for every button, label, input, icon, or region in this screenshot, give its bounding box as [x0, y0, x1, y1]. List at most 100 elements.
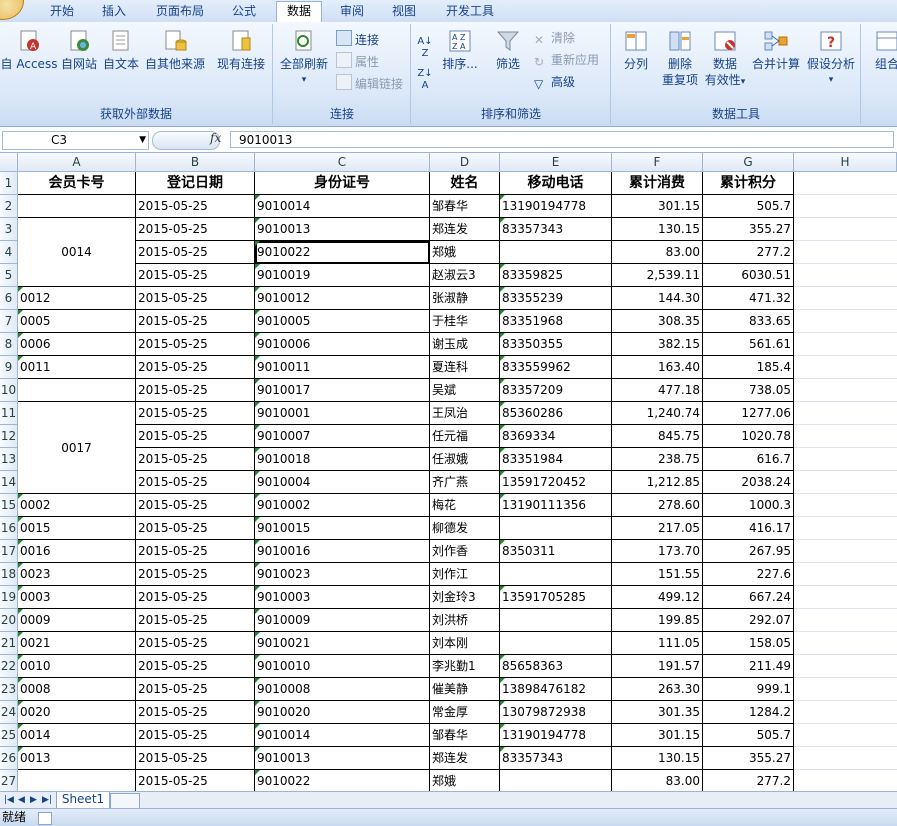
table-cell[interactable]: 2015-05-25 [136, 770, 255, 791]
table-cell[interactable]: 382.15 [612, 333, 703, 356]
table-cell[interactable]: 2015-05-25 [136, 379, 255, 402]
table-cell[interactable]: 238.75 [612, 448, 703, 471]
column-header-h[interactable]: H [794, 153, 897, 172]
merged-card-cell[interactable]: 0014 [18, 218, 136, 287]
table-cell[interactable]: 13079872938 [500, 701, 612, 724]
table-cell[interactable] [18, 770, 136, 791]
table-cell[interactable]: 刘作香 [430, 540, 500, 563]
table-cell[interactable]: 1284.2 [703, 701, 794, 724]
prev-sheet-icon[interactable]: ◀ [18, 795, 25, 805]
table-cell[interactable]: 2015-05-25 [136, 333, 255, 356]
table-cell[interactable]: 夏连科 [430, 356, 500, 379]
first-sheet-icon[interactable]: |◀ [4, 795, 14, 805]
table-cell[interactable]: 2015-05-25 [136, 747, 255, 770]
row-header[interactable]: 26 [0, 747, 18, 770]
from-web-button[interactable]: 自网站 [58, 28, 100, 72]
table-cell[interactable]: 9010010 [255, 655, 430, 678]
table-cell[interactable]: 83355239 [500, 287, 612, 310]
table-cell[interactable]: 211.49 [703, 655, 794, 678]
table-cell[interactable]: 85658363 [500, 655, 612, 678]
table-cell[interactable]: 85360286 [500, 402, 612, 425]
table-cell[interactable]: 2015-05-25 [136, 241, 255, 264]
row-header[interactable]: 10 [0, 379, 18, 402]
table-cell[interactable]: 144.30 [612, 287, 703, 310]
table-cell[interactable]: 9010001 [255, 402, 430, 425]
table-cell[interactable]: 王凤治 [430, 402, 500, 425]
table-cell[interactable]: 9010019 [255, 264, 430, 287]
row-header[interactable]: 24 [0, 701, 18, 724]
table-cell[interactable]: 9010016 [255, 540, 430, 563]
table-cell[interactable]: 9010008 [255, 678, 430, 701]
table-cell[interactable]: 301.15 [612, 724, 703, 747]
table-cell[interactable]: 0006 [18, 333, 136, 356]
column-header-a[interactable]: A [18, 153, 136, 172]
from-access-button[interactable]: A 自 Access [0, 28, 58, 72]
name-box[interactable]: C3 ▼ [2, 131, 149, 150]
sort-asc-button[interactable]: A↓ Z [416, 36, 434, 60]
row-header[interactable]: 17 [0, 540, 18, 563]
table-cell[interactable] [500, 241, 612, 264]
table-cell[interactable]: 张淑静 [430, 287, 500, 310]
table-cell[interactable]: 217.05 [612, 517, 703, 540]
table-cell[interactable]: 0011 [18, 356, 136, 379]
table-cell[interactable]: 499.12 [612, 586, 703, 609]
table-cell[interactable]: 催美静 [430, 678, 500, 701]
table-cell[interactable]: 9010004 [255, 471, 430, 494]
table-cell[interactable]: 0003 [18, 586, 136, 609]
table-cell[interactable]: 1,212.85 [612, 471, 703, 494]
table-cell[interactable]: 1277.06 [703, 402, 794, 425]
table-cell[interactable]: 505.7 [703, 195, 794, 218]
table-cell[interactable]: 308.35 [612, 310, 703, 333]
table-cell[interactable]: 2015-05-25 [136, 195, 255, 218]
table-cell[interactable]: 667.24 [703, 586, 794, 609]
table-cell[interactable]: 0012 [18, 287, 136, 310]
table-cell[interactable]: 83351968 [500, 310, 612, 333]
table-cell[interactable]: 李兆勤1 [430, 655, 500, 678]
table-cell[interactable]: 83351984 [500, 448, 612, 471]
merged-card-cell[interactable]: 0017 [18, 402, 136, 494]
table-cell[interactable]: 2015-05-25 [136, 540, 255, 563]
table-cell[interactable]: 9010018 [255, 448, 430, 471]
table-cell[interactable]: 83359825 [500, 264, 612, 287]
row-header[interactable]: 3 [0, 218, 18, 241]
table-cell[interactable]: 158.05 [703, 632, 794, 655]
table-cell[interactable]: 2015-05-25 [136, 609, 255, 632]
column-header-g[interactable]: G [703, 153, 794, 172]
table-cell[interactable]: 刘本刚 [430, 632, 500, 655]
table-cell[interactable]: 999.1 [703, 678, 794, 701]
edit-links-button[interactable]: 编辑链接 [336, 74, 403, 92]
table-cell[interactable]: 刘洪桥 [430, 609, 500, 632]
column-header-b[interactable]: B [136, 153, 255, 172]
table-cell[interactable]: 于桂华 [430, 310, 500, 333]
insert-function-icon[interactable]: fx [210, 131, 221, 145]
consolidate-button[interactable]: 合并计算 [748, 28, 804, 72]
table-cell[interactable]: 任淑娥 [430, 448, 500, 471]
insert-sheet-icon[interactable] [110, 793, 140, 809]
chevron-down-icon[interactable]: ▼ [139, 132, 146, 149]
table-cell[interactable]: 2015-05-25 [136, 310, 255, 333]
column-header-e[interactable]: E [500, 153, 612, 172]
row-header[interactable]: 21 [0, 632, 18, 655]
tab-view[interactable]: 视图 [382, 2, 426, 21]
row-header[interactable]: 25 [0, 724, 18, 747]
table-cell[interactable]: 郑连发 [430, 218, 500, 241]
table-cell[interactable]: 吴斌 [430, 379, 500, 402]
table-cell[interactable]: 6030.51 [703, 264, 794, 287]
table-cell[interactable]: 0008 [18, 678, 136, 701]
table-cell[interactable]: 2015-05-25 [136, 494, 255, 517]
table-cell[interactable]: 9010015 [255, 517, 430, 540]
tab-developer[interactable]: 开发工具 [438, 2, 502, 21]
row-header[interactable]: 11 [0, 402, 18, 425]
row-header[interactable]: 19 [0, 586, 18, 609]
table-cell[interactable]: 13190194778 [500, 195, 612, 218]
table-cell[interactable]: 111.05 [612, 632, 703, 655]
column-title-cell[interactable]: 身份证号 [255, 172, 430, 195]
table-cell[interactable]: 83357209 [500, 379, 612, 402]
table-cell[interactable]: 9010020 [255, 701, 430, 724]
table-cell[interactable]: 2015-05-25 [136, 586, 255, 609]
table-cell[interactable]: 263.30 [612, 678, 703, 701]
table-cell[interactable]: 83.00 [612, 241, 703, 264]
table-cell[interactable]: 9010014 [255, 724, 430, 747]
table-cell[interactable]: 83357343 [500, 218, 612, 241]
table-cell[interactable]: 9010005 [255, 310, 430, 333]
